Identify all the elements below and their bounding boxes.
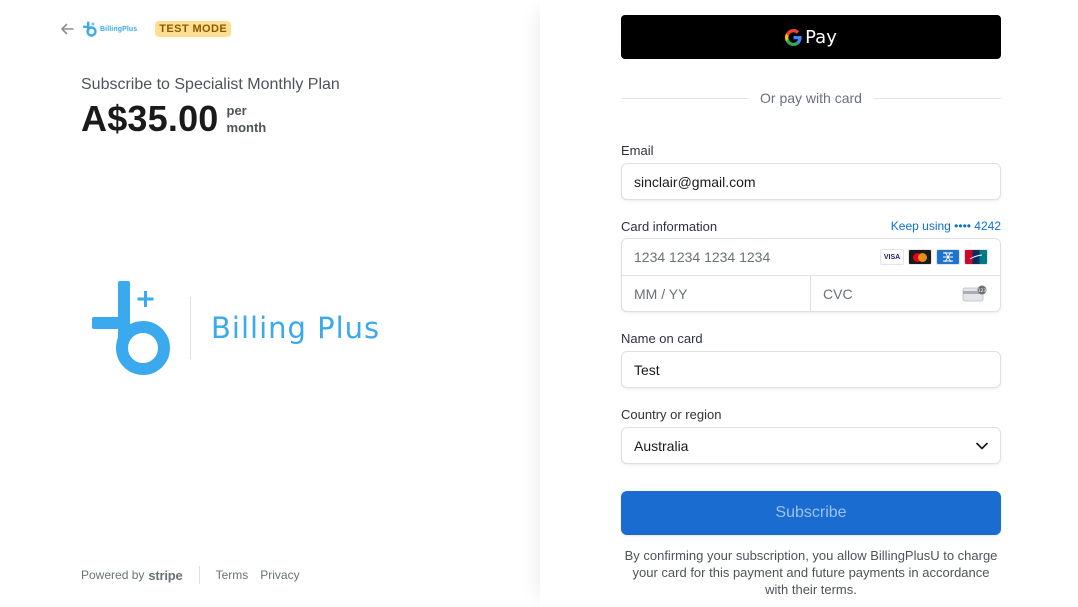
- subscribe-label: Subscribe: [775, 504, 847, 521]
- google-pay-button[interactable]: Pay: [621, 15, 1001, 59]
- billing-plus-logo-mark-icon: [92, 281, 170, 375]
- billing-plus-logo: Billing Plus: [88, 278, 380, 378]
- logo-text: Billing Plus: [211, 311, 381, 345]
- email-value: sinclair@gmail.com: [634, 173, 756, 190]
- google-g-icon: [785, 28, 802, 46]
- billingplus-small-logo: BillingPlus: [82, 21, 137, 37]
- order-summary-panel: BillingPlus TEST MODE Subscribe to Speci…: [0, 0, 540, 607]
- stripe-logo[interactable]: stripe: [148, 568, 182, 583]
- chevron-down-icon: [976, 442, 988, 450]
- test-mode-badge: TEST MODE: [155, 21, 232, 37]
- period-line-2: month: [226, 120, 267, 135]
- cvc-card-icon: 123: [962, 285, 987, 302]
- amex-icon: [936, 249, 960, 265]
- terms-link[interactable]: Terms: [216, 568, 249, 582]
- keep-using-card-link[interactable]: Keep using •••• 4242: [891, 219, 1001, 233]
- privacy-link[interactable]: Privacy: [260, 568, 299, 582]
- card-brands: VISA: [880, 249, 988, 265]
- price-amount: A$35.00: [81, 98, 219, 139]
- footer-divider: [198, 566, 200, 584]
- period-line-1: per: [226, 103, 247, 118]
- top-bar: BillingPlus TEST MODE: [60, 18, 232, 40]
- country-value: Australia: [634, 437, 689, 454]
- card-number-field[interactable]: 1234 1234 1234 1234 VISA: [622, 239, 1000, 276]
- logo-divider: [190, 297, 191, 359]
- arrow-left-icon[interactable]: [60, 21, 76, 37]
- price-period: per month: [227, 102, 275, 136]
- billingplus-mark-icon: [83, 21, 97, 37]
- mastercard-icon: [908, 249, 932, 265]
- powered-by-text: Powered by: [81, 568, 145, 582]
- divider-line-left: [621, 97, 749, 99]
- expiry-placeholder: MM / YY: [634, 286, 688, 302]
- card-information-label: Card information: [621, 219, 718, 234]
- google-pay-label: Pay: [805, 26, 837, 48]
- svg-text:123: 123: [978, 288, 987, 294]
- or-divider: Or pay with card: [621, 90, 1001, 106]
- unionpay-icon: [964, 249, 988, 265]
- price-row: A$35.00 per month: [81, 98, 275, 140]
- footer: Powered by stripe Terms Privacy: [81, 566, 300, 584]
- card-information-box: 1234 1234 1234 1234 VISA MM / YY CVC 123: [621, 238, 1001, 312]
- subscribe-button[interactable]: Subscribe: [621, 491, 1001, 535]
- email-field[interactable]: sinclair@gmail.com: [621, 163, 1001, 200]
- expiry-field[interactable]: MM / YY: [622, 276, 811, 312]
- name-on-card-value: Test: [634, 361, 660, 378]
- plan-title: Subscribe to Specialist Monthly Plan: [81, 76, 340, 93]
- subscription-consent-text: By confirming your subscription, you all…: [624, 548, 998, 597]
- name-on-card-field[interactable]: Test: [621, 351, 1001, 388]
- divider-line-right: [873, 97, 1001, 99]
- name-on-card-label: Name on card: [621, 331, 703, 346]
- brand-small-text: BillingPlus: [100, 25, 138, 33]
- card-number-placeholder: 1234 1234 1234 1234: [634, 249, 771, 265]
- cvc-field[interactable]: CVC 123: [811, 276, 1000, 312]
- country-label: Country or region: [621, 407, 722, 422]
- payment-panel: Pay Or pay with card Email sinclair@gmai…: [540, 0, 1078, 607]
- email-label: Email: [621, 143, 654, 158]
- country-select[interactable]: Australia: [621, 427, 1001, 464]
- or-pay-with-card-text: Or pay with card: [760, 90, 862, 106]
- cvc-placeholder: CVC: [823, 286, 853, 302]
- visa-icon: VISA: [880, 249, 904, 265]
